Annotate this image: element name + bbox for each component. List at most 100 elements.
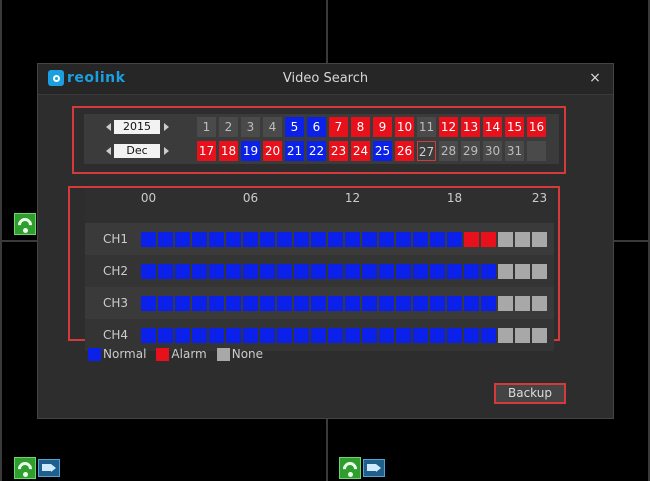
calendar-day[interactable]: 31: [505, 141, 524, 161]
hour-segment-normal[interactable]: [481, 327, 496, 343]
hour-segment-normal[interactable]: [311, 327, 326, 343]
calendar-day[interactable]: 5: [285, 117, 304, 137]
calendar-day[interactable]: 20: [263, 141, 282, 161]
hour-segment-normal[interactable]: [158, 263, 173, 279]
hour-segment-none[interactable]: [515, 327, 530, 343]
calendar-day[interactable]: 18: [219, 141, 238, 161]
hour-segment-normal[interactable]: [294, 263, 309, 279]
hour-segment-normal[interactable]: [192, 231, 207, 247]
calendar-day[interactable]: 9: [373, 117, 392, 137]
calendar-day[interactable]: 23: [329, 141, 348, 161]
hour-segment-normal[interactable]: [141, 295, 156, 311]
hour-segment-normal[interactable]: [175, 327, 190, 343]
hour-segment-normal[interactable]: [345, 263, 360, 279]
calendar-day[interactable]: 27: [417, 141, 436, 161]
hour-segment-normal[interactable]: [464, 327, 479, 343]
hour-segment-none[interactable]: [498, 295, 513, 311]
spin-left-icon[interactable]: [106, 147, 111, 155]
hour-segment-normal[interactable]: [209, 231, 224, 247]
hour-segment-normal[interactable]: [294, 295, 309, 311]
hour-segment-normal[interactable]: [260, 327, 275, 343]
hour-segment-none[interactable]: [515, 263, 530, 279]
hour-segment-none[interactable]: [498, 327, 513, 343]
hour-segment-normal[interactable]: [192, 327, 207, 343]
hour-segment-normal[interactable]: [328, 327, 343, 343]
calendar-day[interactable]: 15: [505, 117, 524, 137]
hour-segment-none[interactable]: [498, 263, 513, 279]
hour-segment-normal[interactable]: [311, 295, 326, 311]
calendar-day[interactable]: 11: [417, 117, 436, 137]
hour-segment-none[interactable]: [515, 231, 530, 247]
hour-segment-normal[interactable]: [481, 263, 496, 279]
hour-segment-normal[interactable]: [328, 295, 343, 311]
hour-segment-normal[interactable]: [226, 231, 241, 247]
hour-segment-normal[interactable]: [345, 231, 360, 247]
year-value[interactable]: 2015: [114, 120, 160, 134]
spin-right-icon[interactable]: [164, 123, 169, 131]
hour-segment-normal[interactable]: [209, 295, 224, 311]
hour-segment-normal[interactable]: [447, 327, 462, 343]
hour-segment-normal[interactable]: [328, 231, 343, 247]
hour-segment-normal[interactable]: [277, 231, 292, 247]
hour-segment-normal[interactable]: [396, 327, 411, 343]
hour-segment-normal[interactable]: [294, 231, 309, 247]
hour-segment-normal[interactable]: [379, 263, 394, 279]
hour-segment-normal[interactable]: [430, 263, 445, 279]
hour-segment-normal[interactable]: [209, 263, 224, 279]
calendar-day[interactable]: 25: [373, 141, 392, 161]
hour-segment-normal[interactable]: [192, 263, 207, 279]
calendar-day[interactable]: 21: [285, 141, 304, 161]
hour-segment-normal[interactable]: [209, 327, 224, 343]
hour-segment-normal[interactable]: [158, 231, 173, 247]
hour-segment-normal[interactable]: [396, 263, 411, 279]
hour-segment-normal[interactable]: [277, 327, 292, 343]
calendar-day[interactable]: 16: [527, 117, 546, 137]
hour-segment-normal[interactable]: [277, 263, 292, 279]
hour-segment-normal[interactable]: [158, 295, 173, 311]
hour-segment-none[interactable]: [532, 263, 547, 279]
hour-segment-normal[interactable]: [345, 295, 360, 311]
backup-button[interactable]: Backup: [494, 383, 566, 404]
hour-segment-normal[interactable]: [175, 295, 190, 311]
hour-segment-normal[interactable]: [243, 231, 258, 247]
hour-segment-none[interactable]: [515, 295, 530, 311]
hour-segment-alarm[interactable]: [464, 231, 479, 247]
hour-segment-normal[interactable]: [413, 295, 428, 311]
hour-segment-normal[interactable]: [294, 327, 309, 343]
hour-segment-normal[interactable]: [192, 295, 207, 311]
close-button[interactable]: ×: [585, 68, 605, 88]
calendar-day[interactable]: 29: [461, 141, 480, 161]
hour-segment-normal[interactable]: [345, 327, 360, 343]
calendar-day[interactable]: 10: [395, 117, 414, 137]
month-value[interactable]: Dec: [114, 144, 160, 158]
hour-segment-normal[interactable]: [396, 295, 411, 311]
calendar-day[interactable]: 12: [439, 117, 458, 137]
calendar-day[interactable]: 2: [219, 117, 238, 137]
hour-segment-normal[interactable]: [379, 295, 394, 311]
hour-segment-normal[interactable]: [362, 231, 377, 247]
calendar-day[interactable]: 22: [307, 141, 326, 161]
hour-segment-normal[interactable]: [447, 295, 462, 311]
hour-segment-normal[interactable]: [175, 231, 190, 247]
calendar-day[interactable]: 30: [483, 141, 502, 161]
hour-segment-normal[interactable]: [430, 295, 445, 311]
hour-segment-normal[interactable]: [226, 327, 241, 343]
hour-segment-normal[interactable]: [243, 327, 258, 343]
hour-segment-normal[interactable]: [328, 263, 343, 279]
hour-segment-normal[interactable]: [362, 327, 377, 343]
hour-segment-normal[interactable]: [311, 263, 326, 279]
hour-segment-normal[interactable]: [362, 263, 377, 279]
calendar-day[interactable]: 26: [395, 141, 414, 161]
hour-segment-normal[interactable]: [379, 327, 394, 343]
hour-segment-normal[interactable]: [226, 295, 241, 311]
calendar-day[interactable]: 17: [197, 141, 216, 161]
calendar-day[interactable]: 19: [241, 141, 260, 161]
hour-segment-normal[interactable]: [243, 263, 258, 279]
hour-segment-none[interactable]: [532, 327, 547, 343]
hour-segment-normal[interactable]: [260, 295, 275, 311]
calendar-day[interactable]: 4: [263, 117, 282, 137]
hour-segment-normal[interactable]: [396, 231, 411, 247]
hour-segment-normal[interactable]: [226, 263, 241, 279]
hour-segment-normal[interactable]: [141, 263, 156, 279]
hour-segment-normal[interactable]: [141, 327, 156, 343]
